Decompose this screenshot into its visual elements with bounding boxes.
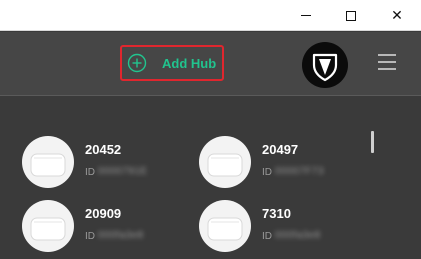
- minimize-icon: [301, 15, 311, 16]
- hub-name: 7310: [262, 206, 291, 221]
- scrollbar-thumb[interactable]: [371, 131, 374, 153]
- window-title-bar: ✕: [0, 0, 421, 31]
- hub-card[interactable]: 20497 ID 00007F73: [199, 136, 359, 192]
- hub-id-label: ID: [262, 167, 272, 178]
- add-hub-label: Add Hub: [162, 56, 217, 71]
- plus-circle-icon: [127, 53, 147, 73]
- hub-id-value: 00007F73: [275, 166, 325, 177]
- shield-logo-icon: [312, 53, 338, 82]
- hub-card[interactable]: 20452 ID 0000791E: [22, 136, 182, 192]
- hub-id-value: 000fa3e8: [275, 230, 321, 241]
- hub-name: 20909: [85, 206, 122, 221]
- hub-card[interactable]: 20909 ID 000fa3e8: [22, 200, 182, 256]
- hub-id-value: 0000791E: [98, 166, 148, 177]
- close-button[interactable]: ✕: [374, 0, 420, 31]
- hub-card[interactable]: 7310 ID 000fa3e8: [199, 200, 359, 256]
- brand-logo[interactable]: [302, 42, 348, 88]
- minimize-button[interactable]: [283, 0, 329, 31]
- hub-device-icon: [22, 200, 74, 252]
- hub-id-value: 000fa3e8: [98, 230, 144, 241]
- maximize-button[interactable]: [328, 0, 374, 31]
- add-hub-button[interactable]: Add Hub: [120, 45, 224, 81]
- hub-device-icon: [199, 136, 251, 188]
- hub-id-label: ID: [85, 167, 95, 178]
- hub-device-icon: [22, 136, 74, 188]
- hub-name: 20452: [85, 142, 122, 157]
- hub-id-label: ID: [262, 231, 272, 242]
- maximize-icon: [346, 10, 356, 21]
- hub-name: 20497: [262, 142, 299, 157]
- close-icon: ✕: [391, 7, 403, 23]
- hub-id-label: ID: [85, 231, 95, 242]
- hub-device-icon: [199, 200, 251, 252]
- hamburger-menu-icon[interactable]: [378, 52, 398, 72]
